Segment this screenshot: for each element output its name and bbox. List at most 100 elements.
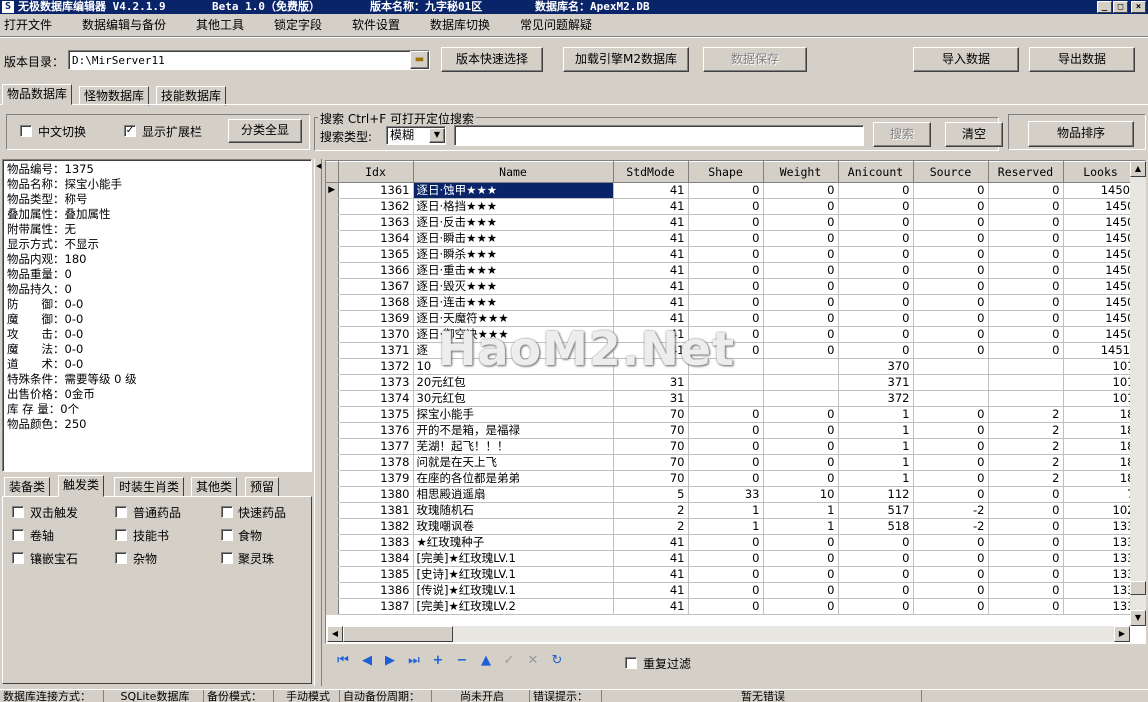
cell-reserved[interactable]: 0 [988, 534, 1064, 551]
table-row[interactable]: 1374 30元红包 31 372 101 [326, 390, 1139, 407]
cell-source[interactable]: 0 [913, 566, 989, 583]
table-row[interactable]: 1366 逐日·重击★★★ 41 0 0 0 0 0 1450 [326, 262, 1139, 279]
table-row[interactable]: 1368 逐日·连击★★★ 41 0 0 0 0 0 1450 [326, 294, 1139, 311]
cell-stdmode[interactable]: 41 [613, 182, 689, 199]
cell-weight[interactable] [763, 358, 839, 375]
cell-weight[interactable]: 0 [763, 534, 839, 551]
cell-weight[interactable]: 0 [763, 246, 839, 263]
cell-shape[interactable] [688, 374, 764, 391]
cell-name[interactable]: 玫瑰嘲讽卷 [413, 518, 614, 535]
row-indicator[interactable] [326, 470, 339, 487]
cell-source[interactable]: 0 [913, 534, 989, 551]
cell-source[interactable]: 0 [913, 342, 989, 359]
normal-potion-checkbox[interactable] [115, 506, 127, 518]
column-header[interactable]: Shape [688, 161, 764, 183]
items-grid[interactable]: Idx Name StdMode Shape Weight Anicount S… [325, 160, 1146, 644]
cell-name[interactable]: [传说]★红玫瑰LV.1 [413, 582, 614, 599]
cell-looks[interactable]: 18 [1063, 422, 1139, 439]
cell-source[interactable]: -2 [913, 518, 989, 535]
tab-item-db[interactable]: 物品数据库 [2, 84, 73, 105]
search-button[interactable]: 搜索 [873, 122, 931, 147]
table-row[interactable]: 1383 ★红玫瑰种子 41 0 0 0 0 0 133 [326, 534, 1139, 551]
cell-stdmode[interactable]: 2 [613, 518, 689, 535]
row-indicator[interactable] [326, 502, 339, 519]
cell-weight[interactable]: 0 [763, 294, 839, 311]
menu-lock-fields[interactable]: 锁定字段 [274, 17, 322, 33]
cell-source[interactable]: 0 [913, 326, 989, 343]
cell-shape[interactable]: 0 [688, 550, 764, 567]
cell-idx[interactable]: 1378 [338, 454, 414, 471]
table-row[interactable]: 1365 逐日·瞬杀★★★ 41 0 0 0 0 0 1450 [326, 246, 1139, 263]
row-indicator[interactable] [326, 278, 339, 295]
cell-looks[interactable]: 1450 [1063, 198, 1139, 215]
cell-idx[interactable]: 1383 [338, 534, 414, 551]
cell-source[interactable]: 0 [913, 486, 989, 503]
menu-data-edit-backup[interactable]: 数据编辑与备份 [82, 17, 166, 33]
table-row[interactable]: 1373 20元红包 31 371 101 [326, 374, 1139, 391]
cell-stdmode[interactable]: 70 [613, 422, 689, 439]
cell-name[interactable]: 逐日·天魔符★★★ [413, 310, 614, 327]
cell-looks[interactable]: 1451( [1063, 342, 1139, 359]
cell-shape[interactable] [688, 390, 764, 407]
cell-idx[interactable]: 1375 [338, 406, 414, 423]
cell-weight[interactable]: 0 [763, 310, 839, 327]
cell-looks[interactable]: 133 [1063, 550, 1139, 567]
cell-stdmode[interactable]: 41 [613, 214, 689, 231]
cell-reserved[interactable]: 2 [988, 438, 1064, 455]
cell-anicount[interactable]: 0 [838, 262, 914, 279]
cell-shape[interactable]: 0 [688, 598, 764, 615]
cell-anicount[interactable]: 0 [838, 550, 914, 567]
clear-button[interactable]: 清空 [945, 122, 1003, 147]
cell-source[interactable]: 0 [913, 582, 989, 599]
cell-anicount[interactable]: 370 [838, 358, 914, 375]
cell-reserved[interactable]: 0 [988, 198, 1064, 215]
table-row[interactable]: 1379 在座的各位都是弟弟 70 0 0 1 0 2 18 [326, 470, 1139, 487]
cell-looks[interactable]: 7 [1063, 486, 1139, 503]
cell-anicount[interactable]: 1 [838, 470, 914, 487]
row-indicator[interactable] [326, 518, 339, 535]
row-indicator[interactable] [326, 246, 339, 263]
row-indicator[interactable] [326, 550, 339, 567]
cell-stdmode[interactable]: 41 [613, 230, 689, 247]
table-row[interactable]: 1382 玫瑰嘲讽卷 2 1 1 518 -2 0 133 [326, 518, 1139, 535]
cell-idx[interactable]: 1387 [338, 598, 414, 615]
cell-reserved[interactable] [988, 358, 1064, 375]
tab-monster-db[interactable]: 怪物数据库 [79, 86, 150, 106]
cell-weight[interactable]: 0 [763, 326, 839, 343]
cell-reserved[interactable]: 0 [988, 326, 1064, 343]
cell-stdmode[interactable]: 41 [613, 534, 689, 551]
cell-source[interactable]: 0 [913, 294, 989, 311]
cell-name[interactable]: ★红玫瑰种子 [413, 534, 614, 551]
row-indicator[interactable] [326, 582, 339, 599]
cell-reserved[interactable] [988, 374, 1064, 391]
cell-reserved[interactable]: 0 [988, 502, 1064, 519]
cell-shape[interactable]: 1 [688, 502, 764, 519]
cell-stdmode[interactable]: 41 [613, 310, 689, 327]
tab-fashion-zodiac[interactable]: 时装生肖类 [114, 477, 185, 497]
cell-source[interactable]: 0 [913, 246, 989, 263]
cell-idx[interactable]: 1367 [338, 278, 414, 295]
menu-other-tools[interactable]: 其他工具 [196, 17, 244, 33]
cell-source[interactable]: 0 [913, 406, 989, 423]
cell-anicount[interactable]: 0 [838, 310, 914, 327]
cell-name[interactable]: 相思殿逍遥扇 [413, 486, 614, 503]
inlay-gem-checkbox[interactable] [12, 552, 24, 564]
cell-stdmode[interactable]: 41 [613, 566, 689, 583]
cell-anicount[interactable]: 517 [838, 502, 914, 519]
cell-shape[interactable]: 0 [688, 470, 764, 487]
menu-db-switch[interactable]: 数据库切换 [430, 17, 490, 33]
row-indicator[interactable] [326, 598, 339, 615]
cell-looks[interactable]: 1450 [1063, 246, 1139, 263]
scroll-up-icon[interactable]: ▲ [1130, 161, 1146, 177]
cell-reserved[interactable]: 0 [988, 262, 1064, 279]
table-row[interactable]: 1372 10 370 101 [326, 358, 1139, 375]
table-row[interactable]: 1386 [传说]★红玫瑰LV.1 41 0 0 0 0 0 133 [326, 582, 1139, 599]
cell-stdmode[interactable]: 41 [613, 550, 689, 567]
scroll-right-icon[interactable]: ▶ [1114, 626, 1130, 642]
cell-weight[interactable]: 10 [763, 486, 839, 503]
cell-anicount[interactable]: 0 [838, 566, 914, 583]
cell-name[interactable]: 逐日·重击★★★ [413, 262, 614, 279]
cell-idx[interactable]: 1363 [338, 214, 414, 231]
horizontal-scroll-thumb[interactable] [343, 626, 453, 642]
cell-anicount[interactable]: 1 [838, 438, 914, 455]
